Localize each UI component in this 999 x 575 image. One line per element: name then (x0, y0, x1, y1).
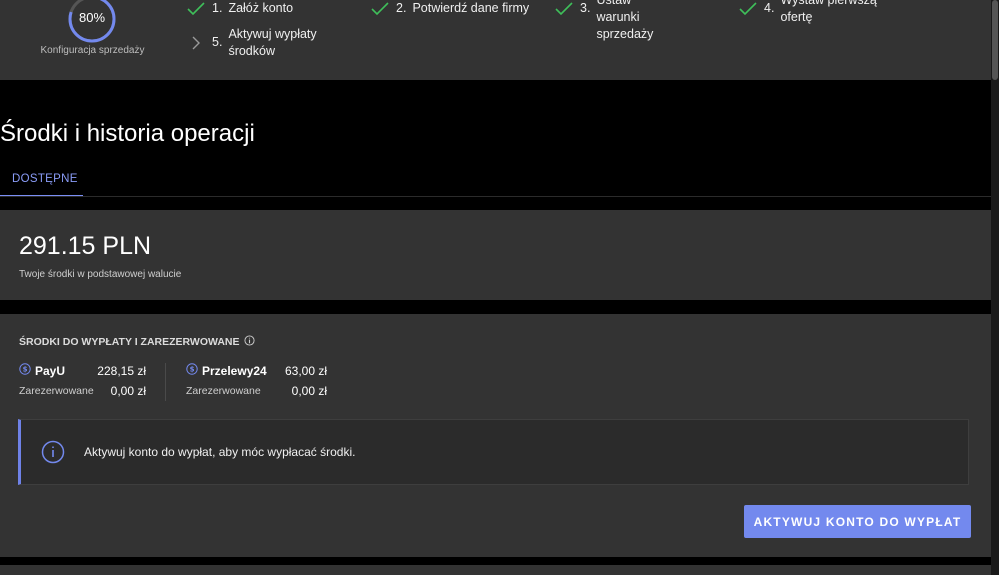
step-create-account[interactable]: 1. Załóż konto (186, 0, 293, 17)
check-icon (738, 0, 758, 17)
step-label: Potwierdź dane firmy (412, 1, 530, 15)
check-icon (186, 0, 206, 17)
step-label: Wystaw pierwszą ofertę (780, 0, 877, 24)
scrollbar-thumb[interactable] (992, 0, 998, 80)
provider-payu: $ PayU (19, 363, 65, 378)
check-icon (370, 0, 390, 17)
info-circle-icon (41, 440, 65, 469)
coin-icon: $ (186, 363, 198, 378)
tab-available[interactable]: DOSTĘPNE (0, 165, 83, 197)
provider-amount: 63,00 zł (284, 364, 327, 378)
step-label: Załóż konto (228, 1, 294, 15)
step-first-offer[interactable]: 4. Wystaw pierwszą ofertę (738, 0, 880, 26)
svg-text:$: $ (190, 366, 195, 374)
page-title: Środki i historia operacji (0, 120, 255, 147)
tab-divider (0, 196, 991, 197)
activate-payout-account-button[interactable]: AKTYWUJ KONTO DO WYPŁAT (744, 505, 971, 538)
provider-amount: 228,15 zł (97, 364, 146, 378)
payout-panel: ŚRODKI DO WYPŁATY I ZAREZERWOWANE $ PayU… (0, 314, 991, 557)
setup-progress-panel: 80% Konfiguracja sprzedaży 1. Załóż kont… (0, 0, 991, 80)
progress-caption: Konfiguracja sprzedaży (40, 45, 145, 56)
balance-caption: Twoje środki w podstawowej walucie (19, 269, 182, 280)
chevron-right-icon (186, 34, 206, 51)
step-confirm-company[interactable]: 2. Potwierdź dane firmy (370, 0, 529, 17)
step-label: Ustaw warunki sprzedaży (596, 0, 654, 41)
balance-amount: 291.15 PLN (19, 232, 152, 260)
check-icon (554, 0, 574, 17)
next-panel (0, 565, 991, 575)
payout-info-alert: Aktywuj konto do wypłat, aby móc wypłaca… (18, 419, 969, 485)
payout-section-title: ŚRODKI DO WYPŁATY I ZAREZERWOWANE (19, 335, 255, 349)
alert-text: Aktywuj konto do wypłat, aby móc wypłaca… (84, 445, 356, 459)
reserved-amount: 0,00 zł (110, 384, 146, 398)
step-label: Aktywuj wypłaty środków (228, 27, 317, 58)
step-activate-payouts[interactable]: 5. Aktywuj wypłaty środków (186, 26, 328, 60)
progress-percent: 80% (78, 10, 106, 25)
provider-divider (165, 363, 166, 401)
svg-text:$: $ (23, 366, 28, 374)
step-sales-terms[interactable]: 3. Ustaw warunki sprzedaży (554, 0, 676, 43)
scrollbar[interactable] (991, 0, 999, 575)
reserved-amount: 0,00 zł (291, 384, 327, 398)
info-icon[interactable] (243, 335, 255, 349)
balance-panel: 291.15 PLN Twoje środki w podstawowej wa… (0, 210, 991, 300)
coin-icon: $ (19, 363, 31, 378)
tab-label: DOSTĘPNE (12, 173, 78, 185)
